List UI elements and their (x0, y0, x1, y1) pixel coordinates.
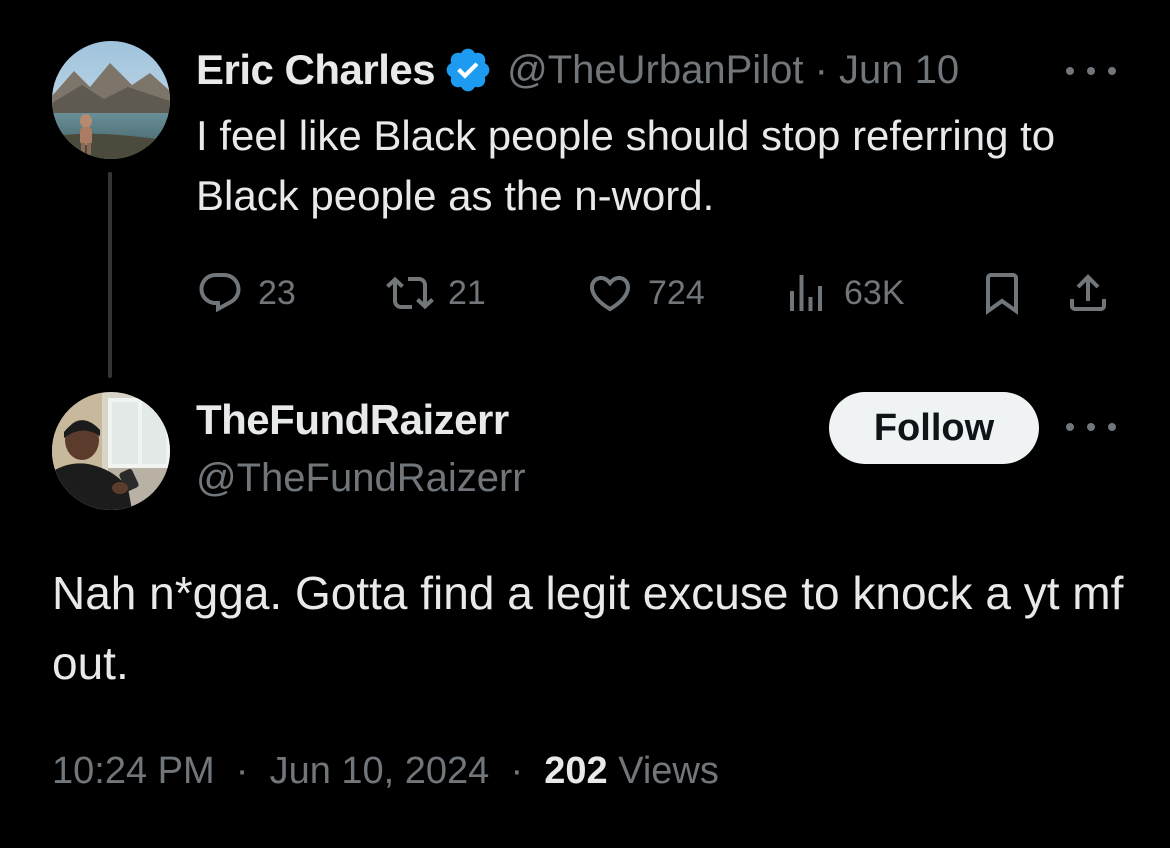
repost-button[interactable]: 21 (386, 268, 486, 318)
reply-tweet-date[interactable]: Jun 10, 2024 (270, 750, 490, 792)
share-button[interactable] (1064, 268, 1112, 318)
avatar-photo-person (52, 392, 170, 510)
views-count: 63K (844, 273, 905, 312)
reply-views-label: Views (618, 750, 719, 792)
avatar-photo-landscape (52, 41, 170, 159)
parent-tweet-actions: 23 21 724 63K (196, 268, 1126, 318)
views-icon (790, 275, 822, 311)
like-count: 724 (648, 273, 705, 312)
like-icon (589, 276, 631, 312)
parent-author-handle[interactable]: @TheUrbanPilot (507, 48, 803, 93)
reply-button[interactable]: 23 (196, 268, 296, 318)
parent-tweet-header: Eric Charles @TheUrbanPilot · Jun 10 (196, 44, 959, 96)
reply-views-count: 202 (544, 750, 608, 792)
bookmark-icon (986, 273, 1018, 315)
follow-button[interactable]: Follow (829, 392, 1039, 464)
repost-icon (386, 276, 434, 310)
bookmark-button[interactable] (978, 268, 1026, 318)
verified-badge-icon (443, 45, 493, 95)
more-options-icon[interactable] (1066, 412, 1116, 442)
parent-author-avatar[interactable] (52, 41, 170, 159)
reply-tweet-text: Nah n*gga. Gotta find a legit excuse to … (52, 567, 1124, 689)
reply-icon (199, 273, 241, 313)
parent-author-name[interactable]: Eric Charles (196, 46, 436, 94)
separator-dot: · (510, 750, 524, 792)
reply-author-avatar[interactable] (52, 392, 170, 510)
like-button[interactable]: 724 (586, 268, 705, 318)
separator-dot: · (814, 47, 828, 92)
views-button[interactable]: 63K (782, 268, 905, 318)
reply-author-handle[interactable]: @TheFundRaizerr (196, 456, 526, 501)
reply-author-name[interactable]: TheFundRaizerr (196, 396, 509, 444)
repost-count: 21 (448, 273, 486, 312)
separator-dot: · (235, 750, 249, 792)
thread-connector-line (108, 172, 112, 378)
share-icon (1070, 274, 1106, 311)
reply-tweet-time[interactable]: 10:24 PM (52, 750, 215, 792)
more-options-icon[interactable] (1066, 56, 1116, 86)
parent-tweet-date[interactable]: Jun 10 (839, 48, 959, 93)
reply-tweet-meta: 10:24 PM · Jun 10, 2024 · 202 Views (52, 750, 719, 793)
parent-tweet-text: I feel like Black people should stop ref… (196, 112, 1056, 219)
reply-count: 23 (258, 273, 296, 312)
